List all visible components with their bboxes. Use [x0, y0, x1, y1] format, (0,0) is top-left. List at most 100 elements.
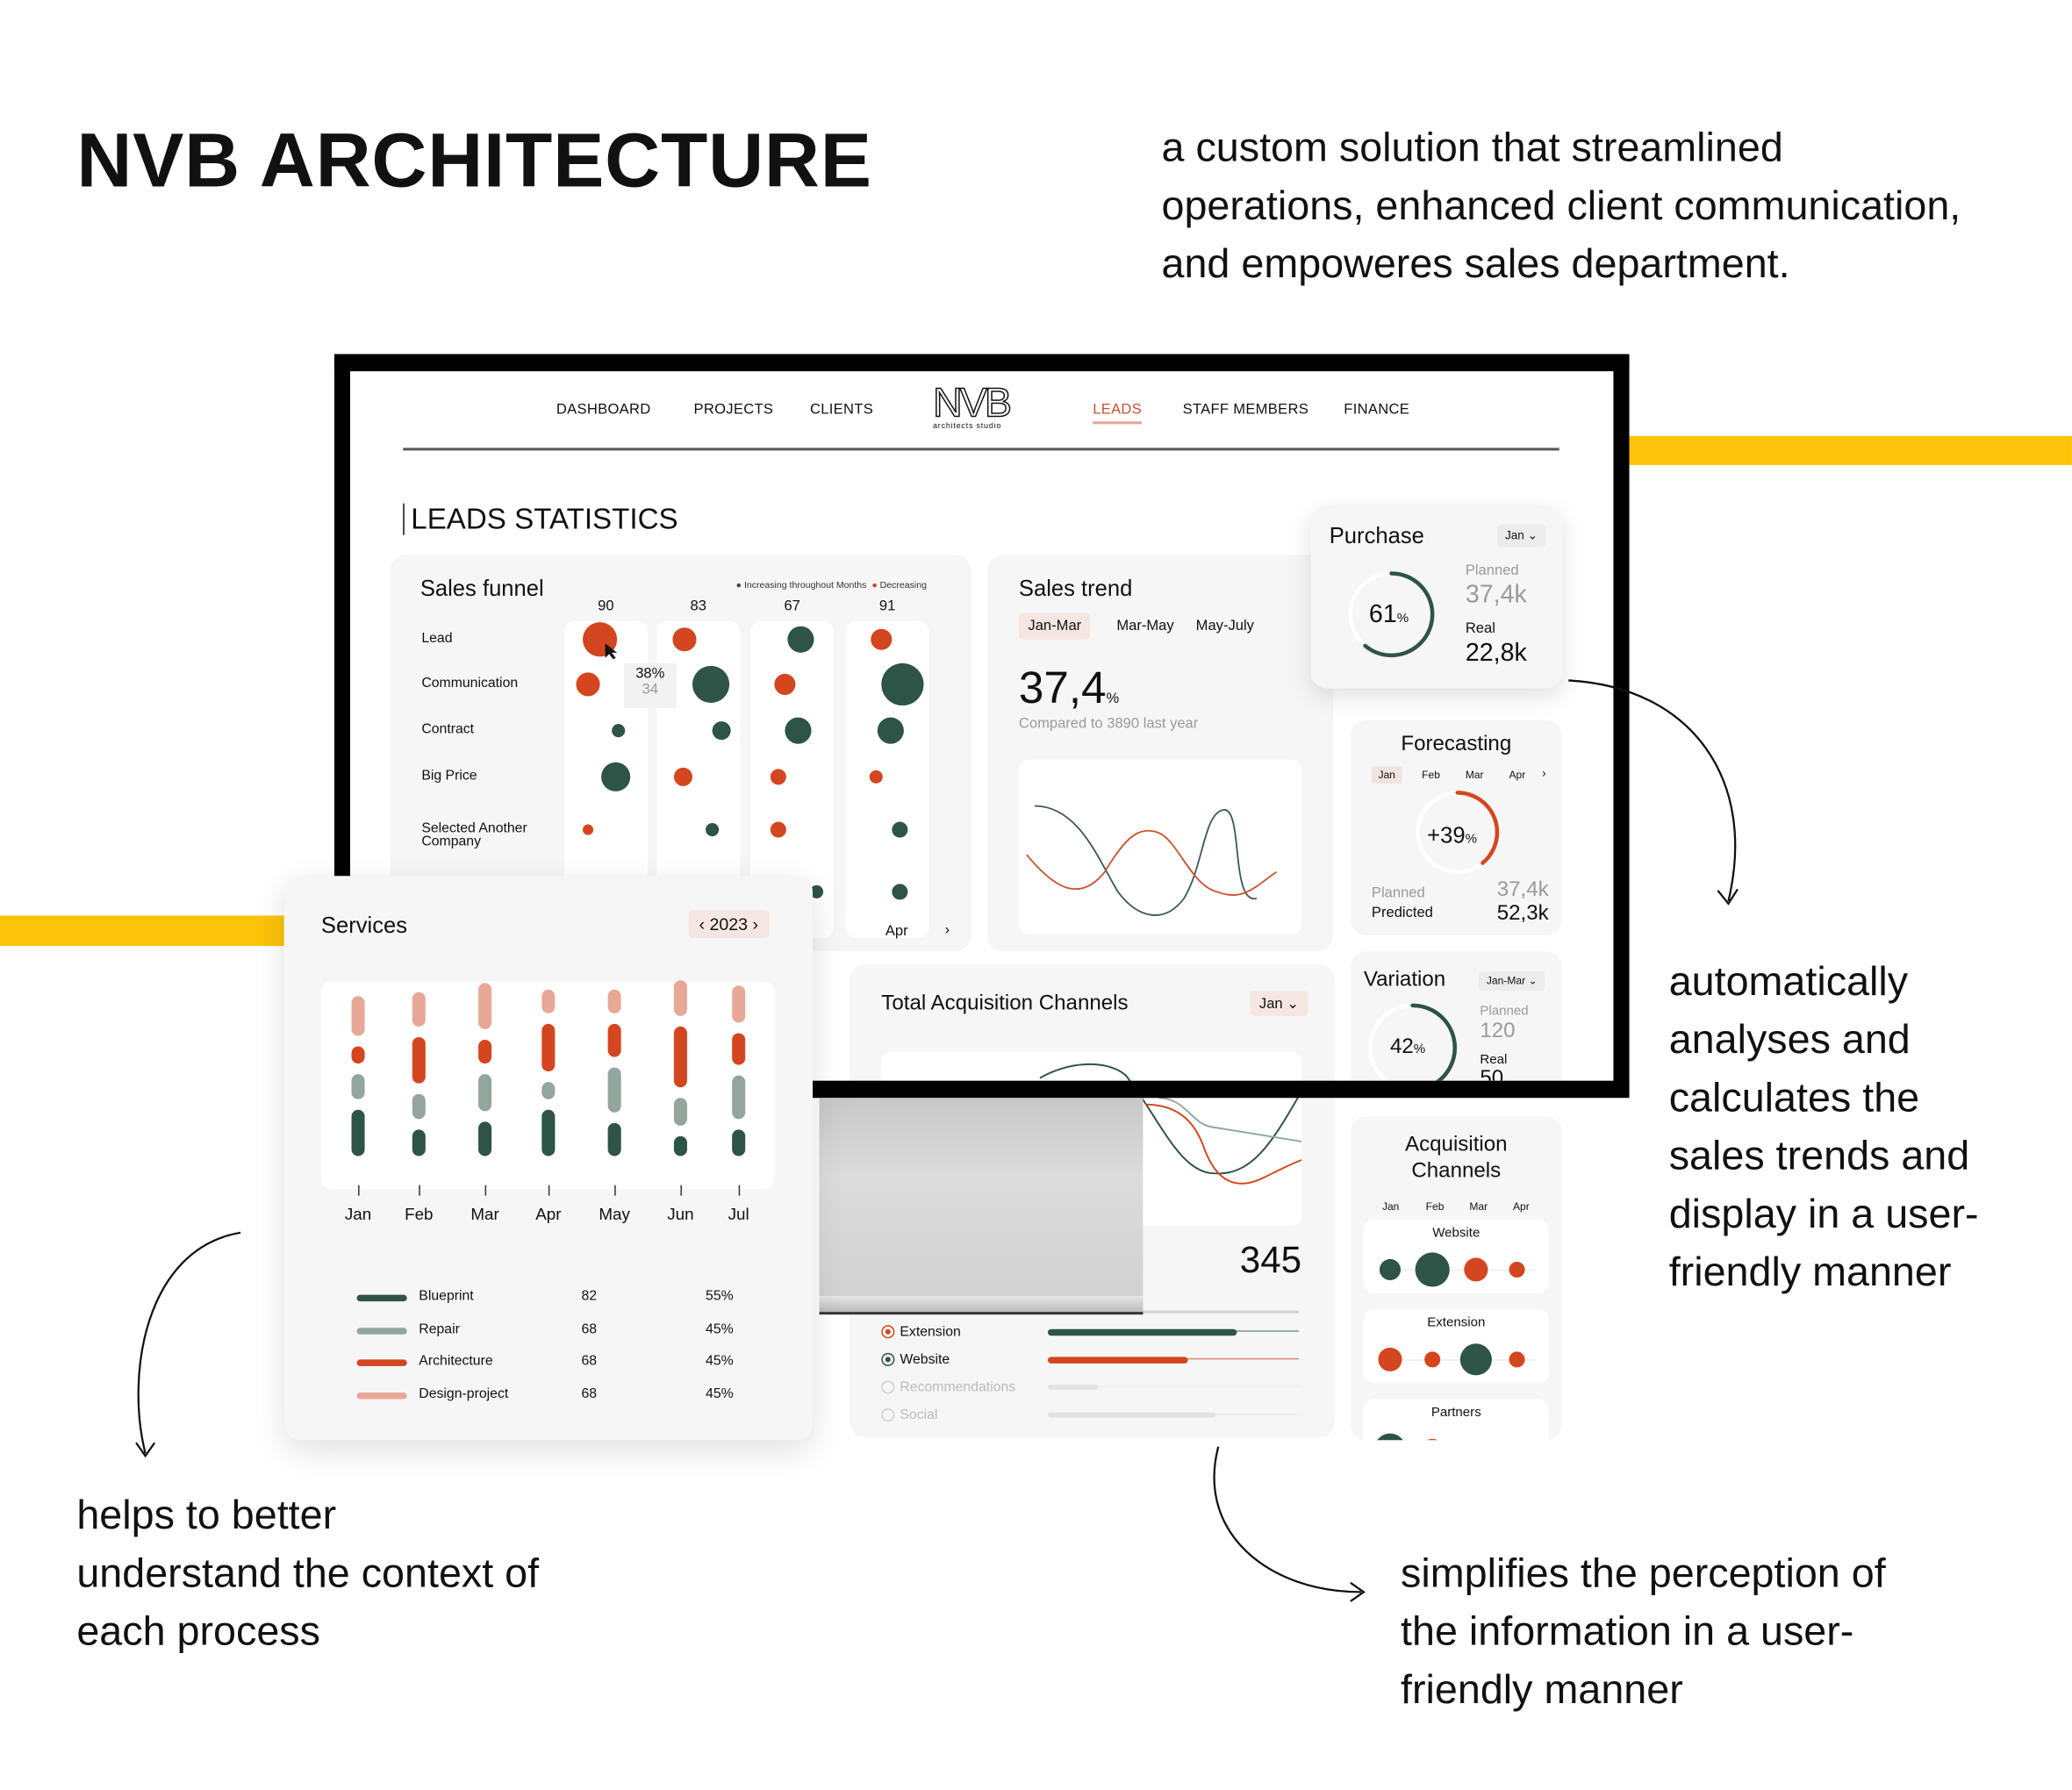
month-tab-mar[interactable]: Mar	[1459, 766, 1490, 784]
funnel-bubble-decreasing[interactable]	[583, 824, 594, 835]
funnel-bubble-decreasing[interactable]	[770, 821, 786, 838]
services-bar-segment[interactable]	[412, 1129, 426, 1156]
planned-label: Planned	[1465, 562, 1519, 579]
services-bar-segment[interactable]	[673, 1026, 687, 1088]
services-bar-segment[interactable]	[673, 1098, 687, 1127]
nav-leads[interactable]: LEADS	[1093, 402, 1143, 425]
tab-may-july[interactable]: May-July	[1187, 613, 1263, 640]
funnel-bubble-increasing[interactable]	[892, 884, 908, 900]
channel-name: Website	[1432, 1226, 1481, 1241]
services-bar-segment[interactable]	[607, 1024, 621, 1057]
legend-percent: 45%	[706, 1352, 734, 1369]
funnel-bubble-increasing[interactable]	[601, 762, 631, 791]
services-bar-segment[interactable]	[478, 1121, 492, 1156]
month-tab-feb[interactable]: Feb	[1416, 766, 1447, 784]
purchase-month-dropdown[interactable]: Jan ⌄	[1496, 524, 1546, 548]
card-title: Purchase	[1329, 523, 1424, 548]
channel-radio[interactable]	[881, 1408, 895, 1422]
channel-radio[interactable]	[881, 1380, 895, 1394]
trend-line-green	[1034, 805, 1258, 916]
nav-finance[interactable]: FINANCE	[1344, 402, 1409, 418]
services-bar-segment[interactable]	[607, 1123, 621, 1156]
services-bar-segment[interactable]	[478, 983, 492, 1029]
services-bar-segment[interactable]	[541, 1082, 556, 1100]
funnel-bubble-increasing[interactable]	[785, 717, 812, 744]
services-bar-segment[interactable]	[541, 1110, 556, 1156]
funnel-bubble-increasing[interactable]	[881, 662, 924, 706]
funnel-bubble-decreasing[interactable]	[869, 770, 883, 784]
yellow-stripe-left	[0, 915, 286, 947]
channel-bubble-decreasing[interactable]	[1464, 1257, 1488, 1282]
nav-dashboard[interactable]: DASHBOARD	[556, 402, 651, 418]
funnel-bubble-increasing[interactable]	[877, 717, 904, 744]
channel-bubble-decreasing[interactable]	[1509, 1351, 1525, 1368]
funnel-bubble-increasing[interactable]	[706, 823, 720, 837]
channel-radio[interactable]	[881, 1352, 895, 1366]
funnel-bubble-increasing[interactable]	[892, 821, 908, 838]
channel-bubble-decreasing[interactable]	[1424, 1351, 1441, 1368]
next-year-button[interactable]: ›	[753, 914, 759, 934]
chevron-down-icon: ⌄	[1287, 996, 1300, 1013]
variation-range-dropdown[interactable]: Jan-Mar ⌄	[1478, 970, 1545, 992]
services-bar-segment[interactable]	[412, 992, 426, 1027]
funnel-bubble-increasing[interactable]	[712, 721, 731, 741]
services-bar-segment[interactable]	[673, 980, 687, 1016]
channel-bubble-increasing[interactable]	[1379, 1258, 1402, 1281]
planned-value: 120	[1480, 1020, 1516, 1042]
funnel-bubble-decreasing[interactable]	[576, 672, 600, 697]
funnel-bubble-decreasing[interactable]	[673, 767, 692, 786]
services-bar-segment[interactable]	[412, 1037, 426, 1084]
services-bar-segment[interactable]	[412, 1093, 426, 1120]
services-bar-segment[interactable]	[478, 1039, 492, 1063]
acquisition-month-dropdown[interactable]: Jan ⌄	[1250, 991, 1308, 1016]
funnel-bubble-increasing[interactable]	[692, 665, 730, 704]
funnel-next-button[interactable]: ›	[945, 922, 950, 938]
next-month-button[interactable]: ›	[1542, 766, 1546, 779]
sales-trend-card: Sales trend Jan-Mar Mar-May May-July 37,4%…	[986, 555, 1334, 952]
services-bar-segment[interactable]	[541, 1024, 556, 1072]
services-bar-segment[interactable]	[732, 1076, 746, 1120]
tab-mar-may[interactable]: Mar-May	[1108, 613, 1183, 640]
month-tab-apr[interactable]: Apr	[1502, 766, 1532, 784]
channel-bubble-increasing[interactable]	[1415, 1252, 1450, 1287]
services-bar-segment[interactable]	[732, 1033, 746, 1066]
funnel-bubble-decreasing[interactable]	[770, 769, 786, 785]
channel-bubble-increasing[interactable]	[1459, 1343, 1492, 1376]
services-bar-segment[interactable]	[541, 989, 556, 1013]
funnel-bubble-decreasing[interactable]	[774, 673, 796, 695]
nav-clients[interactable]: CLIENTS	[810, 402, 873, 418]
channel-radio[interactable]	[881, 1325, 895, 1339]
services-bar-segment[interactable]	[351, 1073, 365, 1100]
services-bar-segment[interactable]	[732, 1129, 746, 1156]
legend-swatch	[356, 1294, 407, 1302]
card-title: Forecasting	[1401, 733, 1512, 756]
services-bar-segment[interactable]	[607, 989, 621, 1013]
funnel-bubble-decreasing[interactable]	[871, 628, 893, 650]
title-line: Acquisition	[1405, 1133, 1508, 1156]
annotation-line: each process	[76, 1607, 320, 1655]
services-bar-segment[interactable]	[607, 1067, 621, 1113]
services-bar-segment[interactable]	[351, 1046, 365, 1063]
tab-jan-mar[interactable]: Jan-Mar	[1018, 612, 1091, 640]
services-bar-segment[interactable]	[351, 1110, 365, 1156]
funnel-row-label: Big Price	[421, 767, 477, 784]
year-selector[interactable]: ‹ 2023 ›	[688, 910, 770, 939]
channel-bubble-decreasing[interactable]	[1378, 1347, 1402, 1371]
prev-year-button[interactable]: ‹	[699, 914, 706, 934]
nav-projects[interactable]: PROJECTS	[693, 402, 773, 418]
funnel-bubble-decreasing[interactable]	[672, 627, 697, 652]
month-tab-jan[interactable]: Jan	[1371, 766, 1402, 784]
services-bar-segment[interactable]	[478, 1073, 492, 1111]
services-bar-segment[interactable]	[351, 996, 365, 1036]
services-bar-segment[interactable]	[732, 984, 746, 1023]
nav-staff-members[interactable]: STAFF MEMBERS	[1183, 402, 1308, 418]
planned-label: Planned	[1480, 1004, 1529, 1019]
annotation-line: friendly manner	[1668, 1248, 1952, 1295]
funnel-bubble-increasing[interactable]	[787, 626, 814, 653]
nav-logo[interactable]: NVB architects studio	[932, 381, 1028, 439]
legend-swatch	[356, 1392, 407, 1399]
tagline-line: a custom solution that streamlined	[1161, 124, 1783, 171]
services-bar-segment[interactable]	[673, 1136, 687, 1156]
funnel-bubble-increasing[interactable]	[612, 724, 626, 738]
channel-bubble-decreasing[interactable]	[1509, 1261, 1525, 1278]
